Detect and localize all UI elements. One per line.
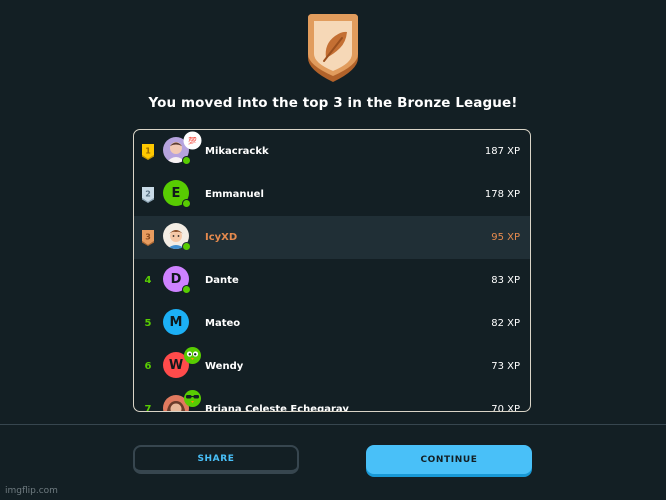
player-xp: 70 XP <box>491 404 520 412</box>
leaderboard-row-1[interactable]: 1 💯 Mikacrackk 187 XP <box>134 130 530 173</box>
player-xp: 187 XP <box>484 146 520 157</box>
avatar: M <box>163 309 189 335</box>
player-name: Mikacrackk <box>205 146 269 157</box>
leaderboard-row-4[interactable]: 4 D Dante 83 XP <box>134 259 530 302</box>
leaderboard-row-7[interactable]: 7 Briana Celeste Echegaray 70 XP <box>134 388 530 412</box>
player-name: IcyXD <box>205 232 238 243</box>
player-xp: 73 XP <box>491 361 520 372</box>
svg-text:💯: 💯 <box>188 136 197 145</box>
online-indicator <box>182 285 191 294</box>
online-indicator <box>182 199 191 208</box>
player-xp: 83 XP <box>491 275 520 286</box>
rank-6: 6 <box>144 361 152 372</box>
leaderboard[interactable]: 1 💯 Mikacrackk 187 XP 2 E Emmanuel 178 X… <box>133 129 531 412</box>
bronze-league-badge-icon <box>308 14 358 82</box>
rank-5: 5 <box>144 318 152 329</box>
hundred-points-icon: 💯 <box>183 131 202 150</box>
bronze-medal-icon: 3 <box>142 230 154 246</box>
silver-medal-icon: 2 <box>142 187 154 203</box>
player-name: Dante <box>205 275 239 286</box>
green-owl-icon <box>184 347 201 364</box>
player-name: Briana Celeste Echegaray <box>205 404 349 412</box>
player-xp: 95 XP <box>491 232 520 243</box>
rank-4: 4 <box>144 275 152 286</box>
leaderboard-row-6[interactable]: 6 W Wendy 73 XP <box>134 345 530 388</box>
owl-sunglasses-icon <box>184 390 201 407</box>
rank-7: 7 <box>144 404 152 412</box>
player-xp: 82 XP <box>491 318 520 329</box>
watermark: imgflip.com <box>5 486 58 496</box>
player-name: Wendy <box>205 361 244 372</box>
svg-text:3: 3 <box>145 233 151 242</box>
leaderboard-row-3-current-user[interactable]: 3 IcyXD 95 XP <box>134 216 530 259</box>
league-promotion-headline: You moved into the top 3 in the Bronze L… <box>148 95 518 111</box>
player-name: Mateo <box>205 318 241 329</box>
leaderboard-row-5[interactable]: 5 M Mateo 82 XP <box>134 302 530 345</box>
player-xp: 178 XP <box>484 189 520 200</box>
online-indicator <box>182 156 191 165</box>
rank-2: 2 <box>140 173 156 216</box>
online-indicator <box>182 242 191 251</box>
svg-text:2: 2 <box>145 190 151 199</box>
player-name: Emmanuel <box>205 189 264 200</box>
footer-divider <box>0 424 666 425</box>
svg-text:1: 1 <box>145 147 151 156</box>
leaderboard-row-2[interactable]: 2 E Emmanuel 178 XP <box>134 173 530 216</box>
rank-3: 3 <box>140 216 156 259</box>
rank-1: 1 <box>140 130 156 173</box>
gold-medal-icon: 1 <box>142 144 154 160</box>
share-button[interactable]: SHARE <box>133 445 299 474</box>
continue-button[interactable]: CONTINUE <box>366 445 532 474</box>
